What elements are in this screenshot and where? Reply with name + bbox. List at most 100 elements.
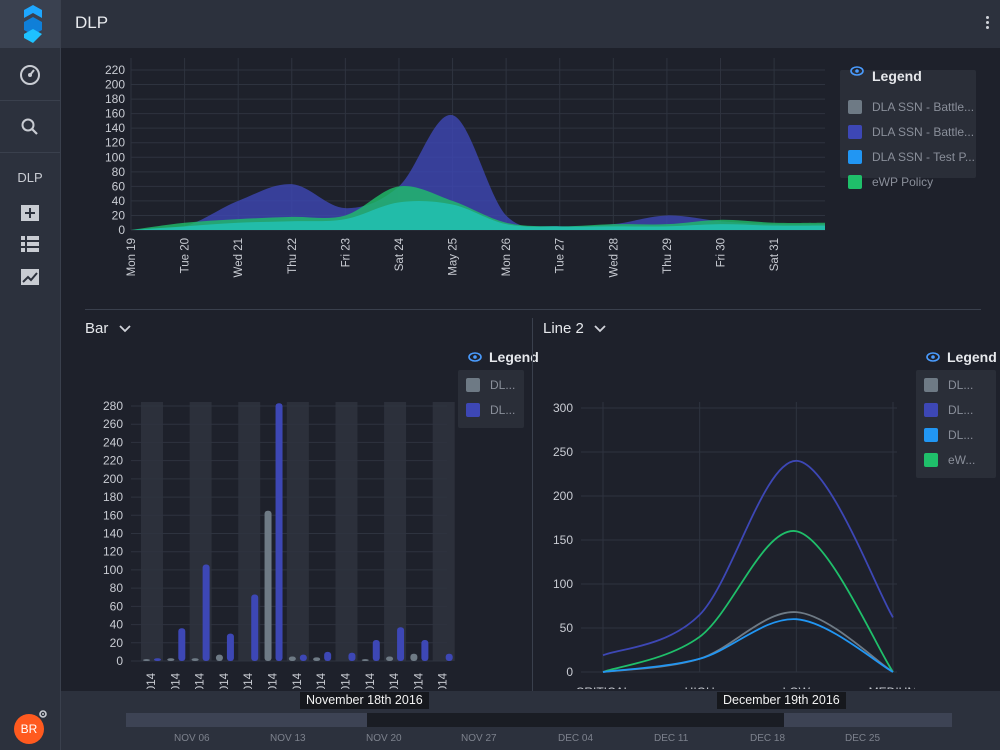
y-tick-label: 300 xyxy=(553,401,573,415)
legend-item[interactable]: DLA SSN - Battle... xyxy=(848,98,974,116)
x-tick-label: Fri 23 xyxy=(340,238,352,267)
bar-band xyxy=(384,402,407,661)
legend-item[interactable]: DLA SSN - Test P... xyxy=(848,148,975,166)
x-tick-label: Tue 20 xyxy=(180,238,192,273)
legend-swatch xyxy=(848,150,862,164)
legend-swatch xyxy=(924,428,938,442)
y-tick-label: 100 xyxy=(103,563,123,577)
x-tick-label: 5/22/2014 xyxy=(219,672,231,689)
timeline-selected-range[interactable] xyxy=(367,713,784,727)
x-tick-label: HIGH xyxy=(685,685,715,689)
y-tick-label: 220 xyxy=(103,454,123,468)
y-tick-label: 220 xyxy=(105,63,125,77)
eye-icon[interactable] xyxy=(926,352,940,362)
legend-title: Legend xyxy=(872,68,922,84)
bar xyxy=(445,653,453,661)
line-panel-title[interactable]: Line 2 xyxy=(543,320,606,337)
range-end-label: December 19th 2016 xyxy=(717,692,846,709)
y-tick-label: 0 xyxy=(566,665,573,679)
x-tick-label: 5/27/2014 xyxy=(340,672,352,689)
y-tick-label: 60 xyxy=(112,179,126,193)
search-icon xyxy=(21,118,38,135)
line-legend: Legend DL... DL... DL... eW... xyxy=(916,349,997,478)
timeline-navigator: November 18th 2016 December 19th 2016 NO… xyxy=(61,691,1000,750)
y-tick-label: 200 xyxy=(103,472,123,486)
y-tick-label: 20 xyxy=(110,636,124,650)
header: DLP xyxy=(61,0,1000,48)
dashboard-content: 0 20 40 60 80 100 120 140 160 180 200 220 Mon 19 Tue … xyxy=(61,48,1000,691)
legend-swatch xyxy=(466,378,480,392)
list-icon[interactable] xyxy=(20,235,40,253)
x-tick-label: 5/26/2014 xyxy=(316,672,328,689)
legend-swatch xyxy=(848,125,862,139)
y-tick-label: 140 xyxy=(103,527,123,541)
bar xyxy=(226,633,234,661)
x-tick-label: Wed 28 xyxy=(608,238,620,277)
y-tick-label: 40 xyxy=(110,618,124,632)
search-button[interactable] xyxy=(0,102,60,153)
y-tick-label: 120 xyxy=(105,136,125,150)
chevron-down-icon xyxy=(594,325,606,333)
legend-item[interactable]: DLA SSN - Battle... xyxy=(848,123,974,141)
x-tick-label: LOW xyxy=(783,685,811,689)
legend-swatch xyxy=(924,378,938,392)
x-tick-label: 5/19/2014 xyxy=(146,672,158,689)
bar xyxy=(178,628,186,661)
legend-item[interactable]: DL... xyxy=(924,376,973,394)
legend-label: DL... xyxy=(948,403,974,417)
bar xyxy=(215,654,223,661)
x-tick-label: 5/29/2014 xyxy=(389,672,401,689)
bar-band xyxy=(335,402,358,661)
line-series xyxy=(602,618,894,673)
eye-icon[interactable] xyxy=(850,66,864,76)
timeline-tick: DEC 25 xyxy=(845,733,881,744)
range-start-label: November 18th 2016 xyxy=(300,692,429,709)
bar-band xyxy=(286,402,309,661)
legend-label: DL... xyxy=(490,378,516,392)
timeline-tick: DEC 04 xyxy=(558,733,594,744)
legend-item[interactable]: DL... xyxy=(466,401,515,419)
y-tick-label: 60 xyxy=(110,599,124,613)
x-tick-label: 5/23/2014 xyxy=(243,672,255,689)
eye-icon[interactable] xyxy=(468,352,482,362)
bar-chart: 0 20 40 60 80 100 120 140 160 180 200 220 240 260 280 5… xyxy=(103,399,455,689)
app-logo[interactable] xyxy=(0,0,60,48)
x-tick-label: CRITICAL xyxy=(576,685,631,689)
y-tick-label: 180 xyxy=(105,92,125,106)
x-tick-label: 5/30/2014 xyxy=(413,672,425,689)
timeline-track[interactable] xyxy=(126,713,952,727)
bar xyxy=(288,656,296,661)
logo-icon xyxy=(24,5,42,43)
legend-item[interactable]: DL... xyxy=(924,426,973,444)
dashboard-button[interactable] xyxy=(0,50,60,101)
add-widget-icon[interactable] xyxy=(20,204,40,222)
timeline-tick: NOV 13 xyxy=(270,733,306,744)
gauge-icon xyxy=(20,65,40,85)
timeline-tick: DEC 11 xyxy=(654,733,689,744)
legend-swatch xyxy=(924,453,938,467)
legend-item[interactable]: DL... xyxy=(924,401,973,419)
x-tick-label: Tue 27 xyxy=(555,238,567,273)
bar xyxy=(372,640,380,661)
bar xyxy=(191,658,199,661)
y-tick-label: 280 xyxy=(103,399,123,413)
y-tick-label: 200 xyxy=(105,78,125,92)
more-options-icon[interactable] xyxy=(986,16,990,30)
bar-panel-title[interactable]: Bar xyxy=(85,320,131,337)
legend-item[interactable]: eW... xyxy=(924,451,975,469)
legend-item[interactable]: eWP Policy xyxy=(848,173,933,191)
legend-label: DLA SSN - Test P... xyxy=(872,150,975,164)
legend-item[interactable]: DL... xyxy=(466,376,515,394)
bar xyxy=(154,658,161,661)
bar xyxy=(167,658,175,661)
x-tick-label: Thu 29 xyxy=(662,238,674,274)
bar xyxy=(348,652,356,661)
report-chart-icon[interactable] xyxy=(20,268,40,286)
y-tick-label: 120 xyxy=(103,545,123,559)
timeline-tick: NOV 27 xyxy=(461,733,497,744)
settings-gear-icon[interactable] xyxy=(38,709,48,719)
y-tick-label: 80 xyxy=(112,165,126,179)
x-tick-label: 5/21/2014 xyxy=(195,672,207,689)
bar-band xyxy=(432,402,455,661)
legend-label: DLA SSN - Battle... xyxy=(872,100,975,114)
